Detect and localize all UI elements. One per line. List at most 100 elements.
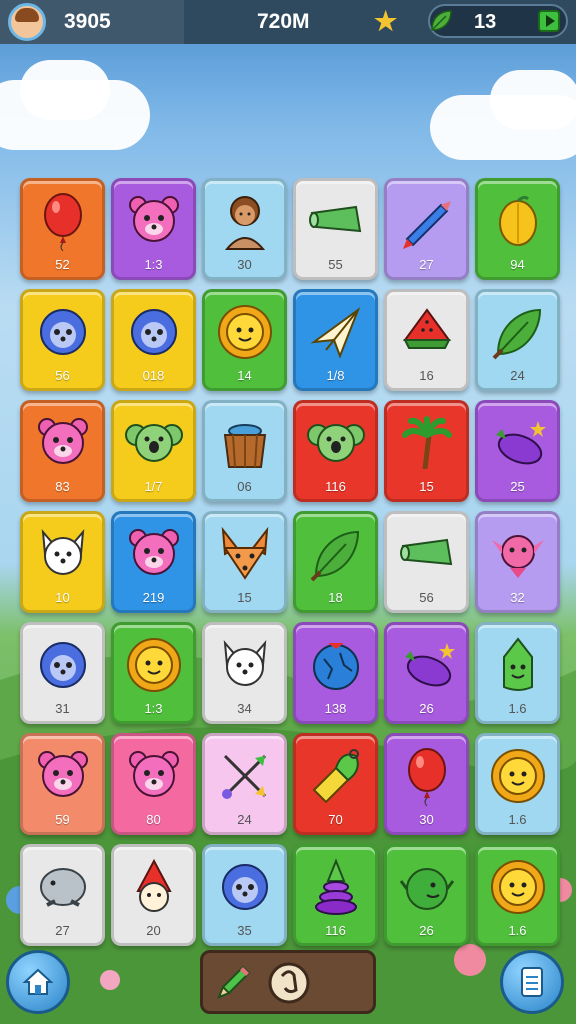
sun-icon bbox=[126, 638, 181, 692]
tile[interactable]: 83 bbox=[20, 400, 105, 502]
tile[interactable]: 26 bbox=[384, 622, 469, 724]
basket-icon bbox=[223, 424, 266, 468]
whistle-icon bbox=[312, 749, 359, 804]
tile[interactable]: 56 bbox=[20, 289, 105, 391]
paper-plane-icon bbox=[309, 307, 360, 359]
pencil-tool-button[interactable] bbox=[209, 959, 257, 1007]
tile-number: 24 bbox=[510, 368, 525, 383]
tile-number: 94 bbox=[510, 257, 525, 272]
home-button[interactable] bbox=[6, 950, 70, 1014]
tile-number: 30 bbox=[419, 812, 434, 827]
tile[interactable]: 1:3 bbox=[111, 622, 196, 724]
tile[interactable]: 116 bbox=[293, 844, 378, 946]
tile-number: 56 bbox=[55, 368, 70, 383]
tile-number: 10 bbox=[55, 590, 70, 605]
tile-number: 1.6 bbox=[508, 812, 527, 827]
flower bbox=[454, 944, 486, 976]
tile-number: 35 bbox=[237, 923, 252, 938]
tile[interactable]: 80 bbox=[111, 733, 196, 835]
tile-number: 15 bbox=[237, 590, 252, 605]
tile[interactable]: 24 bbox=[475, 289, 560, 391]
tile[interactable]: 1/7 bbox=[111, 400, 196, 502]
tile[interactable]: 15 bbox=[202, 511, 287, 613]
home-icon bbox=[22, 968, 54, 995]
tile[interactable]: 1.6 bbox=[475, 622, 560, 724]
tile[interactable]: 24 bbox=[202, 733, 287, 835]
tile[interactable]: 10 bbox=[20, 511, 105, 613]
tile-number: 138 bbox=[324, 701, 347, 716]
tile[interactable]: 59 bbox=[20, 733, 105, 835]
tile-number: 24 bbox=[237, 812, 252, 827]
play-button[interactable] bbox=[538, 10, 560, 32]
pipe-icon bbox=[399, 538, 452, 566]
leaf-icon bbox=[310, 530, 359, 582]
tile[interactable]: 16 bbox=[384, 289, 469, 391]
tile[interactable]: 55 bbox=[293, 178, 378, 280]
tile[interactable]: 52 bbox=[20, 178, 105, 280]
tile[interactable]: 1.6 bbox=[475, 844, 560, 946]
tile[interactable]: 18 bbox=[293, 511, 378, 613]
tile-number: 27 bbox=[55, 923, 70, 938]
tile[interactable]: 06 bbox=[202, 400, 287, 502]
tile[interactable]: 20 bbox=[111, 844, 196, 946]
tile[interactable]: 34 bbox=[202, 622, 287, 724]
tile[interactable]: 25 bbox=[475, 400, 560, 502]
tile-number: 34 bbox=[237, 701, 252, 716]
tile[interactable]: 70 bbox=[293, 733, 378, 835]
tile[interactable]: 14 bbox=[202, 289, 287, 391]
pencil-icon bbox=[217, 965, 251, 999]
tile[interactable]: 1/8 bbox=[293, 289, 378, 391]
avatar[interactable] bbox=[8, 3, 46, 41]
tile[interactable]: 31 bbox=[20, 622, 105, 724]
tile-number: 26 bbox=[419, 923, 434, 938]
tile-number: 15 bbox=[419, 479, 434, 494]
tile-number: 32 bbox=[510, 590, 525, 605]
seal-icon bbox=[39, 868, 86, 907]
pepper-icon bbox=[502, 637, 533, 691]
tile-number: 16 bbox=[419, 368, 434, 383]
bear-icon bbox=[37, 751, 88, 797]
leaf-counter: 13 bbox=[428, 4, 568, 38]
turtle-icon bbox=[399, 868, 454, 910]
tile-number: 59 bbox=[55, 812, 70, 827]
tile[interactable]: 018 bbox=[111, 289, 196, 391]
tile-number: 26 bbox=[419, 701, 434, 716]
creature-icon bbox=[491, 535, 544, 578]
leaf-icon bbox=[492, 308, 541, 360]
tile[interactable]: 15 bbox=[384, 400, 469, 502]
tile[interactable]: 219 bbox=[111, 511, 196, 613]
tile[interactable]: 94 bbox=[475, 178, 560, 280]
person-icon bbox=[224, 196, 265, 250]
cat-icon bbox=[135, 858, 172, 912]
tile[interactable]: 1:3 bbox=[111, 178, 196, 280]
tile[interactable]: 35 bbox=[202, 844, 287, 946]
cloud bbox=[20, 60, 110, 120]
hint-icon bbox=[268, 962, 310, 1004]
hedgehog-icon bbox=[221, 864, 268, 910]
tile[interactable]: 30 bbox=[384, 733, 469, 835]
eggplant-icon bbox=[495, 421, 546, 465]
tile[interactable]: 1.6 bbox=[475, 733, 560, 835]
tile[interactable]: 138 bbox=[293, 622, 378, 724]
tile-number: 83 bbox=[55, 479, 70, 494]
tile-grid: 52 1:3 30 55 27 94 56 018 14 1/8 16 24 83 1/7 06 116 15 2… bbox=[20, 178, 560, 946]
tile[interactable]: 116 bbox=[293, 400, 378, 502]
cloud bbox=[490, 70, 576, 130]
score-value: 720M bbox=[257, 10, 310, 33]
bear-icon bbox=[128, 751, 179, 797]
hint-tool-button[interactable] bbox=[265, 959, 313, 1007]
menu-button[interactable] bbox=[500, 950, 564, 1014]
tile[interactable]: 56 bbox=[384, 511, 469, 613]
tile-number: 52 bbox=[55, 257, 70, 272]
tile[interactable]: 27 bbox=[20, 844, 105, 946]
tile[interactable]: 27 bbox=[384, 178, 469, 280]
tile[interactable]: 26 bbox=[384, 844, 469, 946]
tile-number: 27 bbox=[419, 257, 434, 272]
tile[interactable]: 32 bbox=[475, 511, 560, 613]
tool-bar bbox=[200, 950, 376, 1014]
menu-icon bbox=[521, 967, 543, 997]
watermelon-icon bbox=[402, 308, 451, 349]
tile[interactable]: 30 bbox=[202, 178, 287, 280]
koala-icon bbox=[124, 424, 183, 462]
tile-number: 1/8 bbox=[326, 368, 345, 383]
